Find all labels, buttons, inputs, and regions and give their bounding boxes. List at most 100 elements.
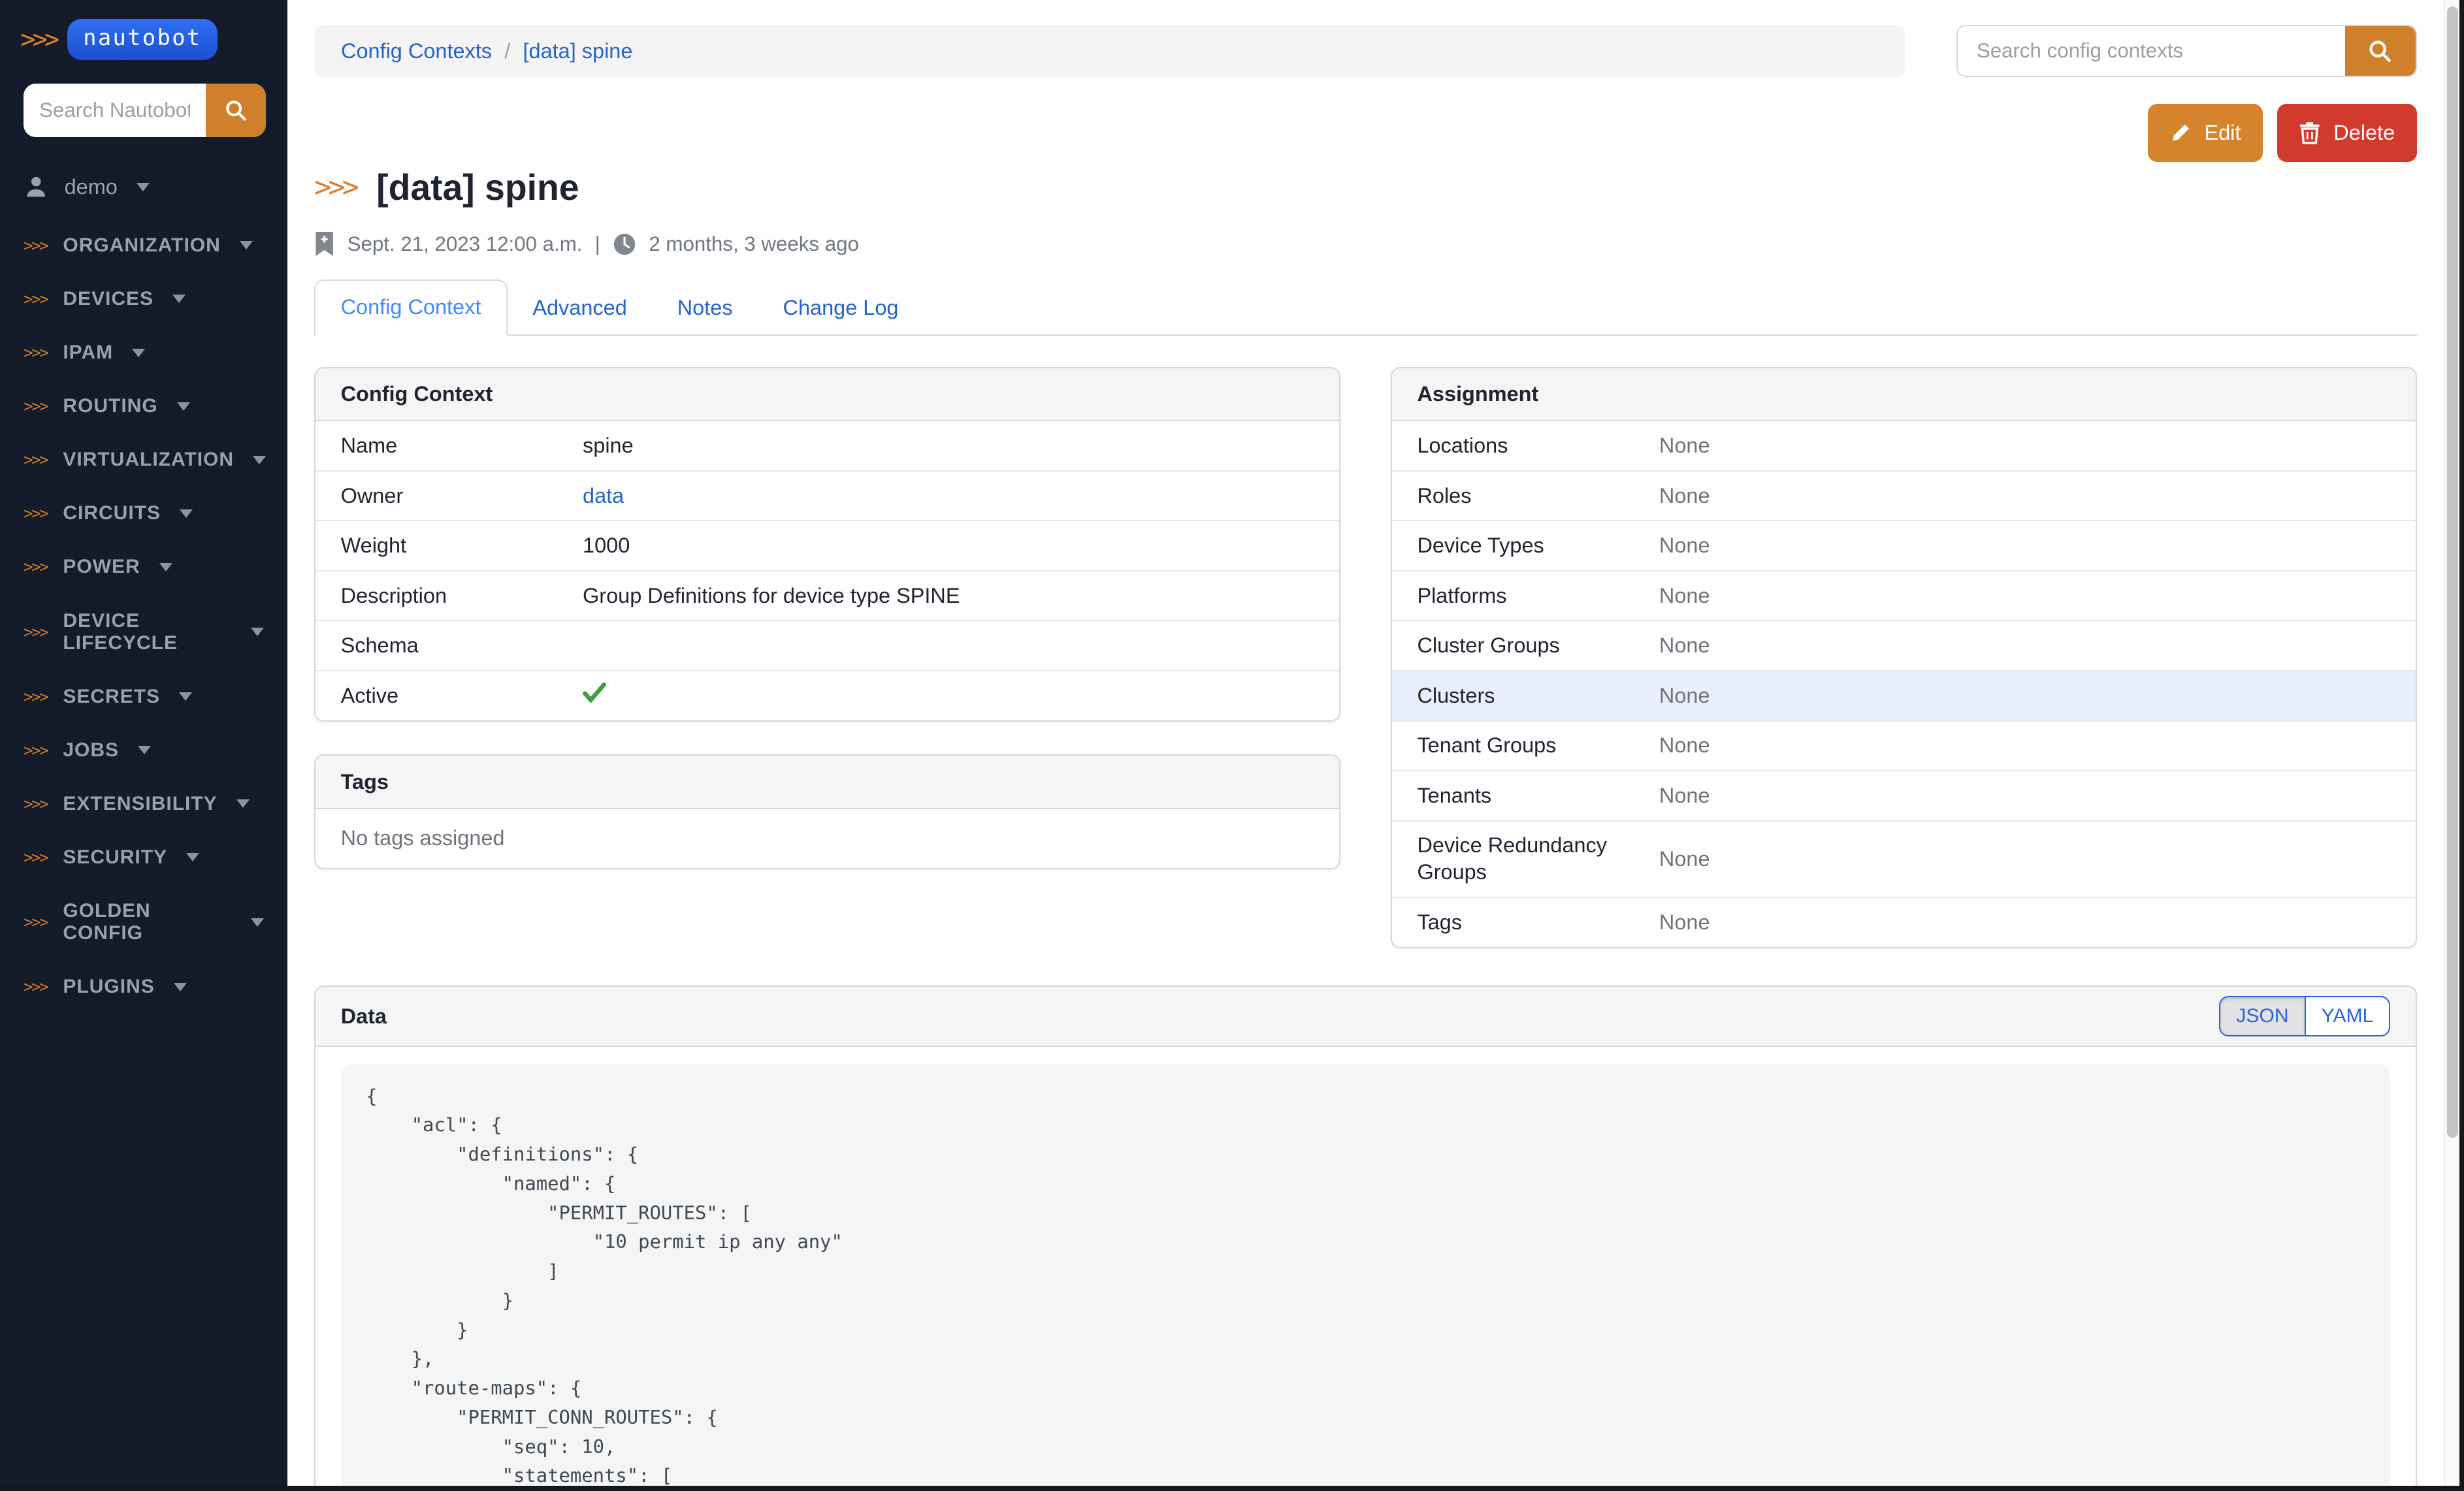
breadcrumb-config-contexts[interactable]: Config Contexts [341,39,492,63]
table-row-tenants: Tenants None [1392,771,2416,822]
main-content: Config Contexts / [data] spine Edit [287,0,2464,1491]
sidebar-item-label: SECURITY [63,846,167,869]
sidebar-item-label: IPAM [63,342,113,364]
logo-chevrons-icon: >>> [20,25,56,54]
delete-button[interactable]: Delete [2277,104,2417,162]
sidebar-item-label: DEVICE LIFECYCLE [63,610,232,654]
row-value: None [1659,432,1710,459]
table-row-schema: Schema [316,621,1339,671]
chevrons-icon: >>> [24,741,47,760]
tab-advanced[interactable]: Advanced [508,282,652,334]
chevrons-icon: >>> [24,688,47,706]
tags-panel: Tags No tags assigned [314,754,1340,869]
row-label: Tenants [1417,782,1659,809]
table-row-device-redundancy-groups: Device Redundancy Groups None [1392,822,2416,898]
row-value: data [583,483,624,509]
chevrons-icon: >>> [24,848,47,867]
row-label: Schema [341,632,583,659]
sidebar-search-input[interactable] [24,84,206,137]
row-value: None [1659,483,1710,509]
sidebar-item-label: EXTENSIBILITY [63,793,217,815]
row-value: None [1659,632,1710,659]
nautobot-config-context-page: >>> nautobot demo >>>ORGANIZATION >>>DEV… [0,0,2464,1491]
sidebar-item-secrets[interactable]: >>> SECRETS [0,670,287,724]
chevrons-icon: >>> [24,397,47,415]
config-data-json: { "acl": { "definitions": { "named": { "… [341,1064,2391,1491]
table-row-tags: Tags None [1392,898,2416,947]
delete-button-label: Delete [2333,121,2395,145]
check-icon [583,682,606,703]
sidebar-item-organization[interactable]: >>>ORGANIZATION [0,219,287,272]
row-label: Name [341,432,583,459]
sidebar-item-virtualization[interactable]: >>>VIRTUALIZATION [0,433,287,487]
sidebar-search-button[interactable] [206,84,265,137]
nautobot-logo[interactable]: >>> nautobot [20,19,268,60]
table-row-owner: Owner data [316,472,1339,522]
sidebar-item-label: SECRETS [63,686,160,708]
table-row-cluster-groups: Cluster Groups None [1392,621,2416,671]
scrollbar-thumb[interactable] [2447,7,2458,1138]
sidebar-item-security[interactable]: >>> SECURITY [0,831,287,884]
row-value: None [1659,583,1710,609]
user-icon [24,174,48,199]
json-toggle-button[interactable]: JSON [2219,996,2304,1036]
tab-change-log[interactable]: Change Log [758,282,924,334]
sidebar-item-plugins[interactable]: >>>PLUGINS [0,960,287,1014]
config-context-search-button[interactable] [2345,26,2416,75]
created-date: Sept. 21, 2023 12:00 a.m. [348,232,583,256]
data-format-toggle: JSON YAML [2219,996,2390,1036]
sidebar-item-extensibility[interactable]: >>>EXTENSIBILITY [0,777,287,831]
object-actions: Edit Delete [314,104,2417,162]
table-row-locations: Locations None [1392,421,2416,472]
row-label: Tags [1417,909,1659,936]
sidebar-item-golden-config[interactable]: >>>GOLDEN CONFIG [0,884,287,960]
chevron-down-icon [172,295,186,303]
yaml-toggle-button[interactable]: YAML [2305,996,2391,1036]
panel-title: Config Context [316,368,1339,421]
left-column: Config Context Name spine Owner data Wei… [314,367,1340,869]
search-icon [2367,39,2392,63]
edit-button[interactable]: Edit [2148,104,2263,162]
row-label: Tenant Groups [1417,732,1659,759]
sidebar-item-ipam[interactable]: >>>IPAM [0,326,287,379]
row-value: None [1659,532,1710,559]
row-value: None [1659,732,1710,759]
sidebar-item-circuits[interactable]: >>>CIRCUITS [0,487,287,540]
panel-title: Data [341,1004,387,1029]
user-menu[interactable]: demo [24,174,264,199]
breadcrumb: Config Contexts / [data] spine [314,25,1905,76]
row-label: Clusters [1417,682,1659,709]
chevron-down-icon [251,918,264,927]
screen-edge-right [2459,0,2464,1491]
vertical-scrollbar[interactable] [2444,0,2459,1491]
row-label: Description [341,583,583,609]
row-label: Locations [1417,432,1659,459]
sidebar-item-label: POWER [63,556,140,578]
sidebar-item-devices[interactable]: >>>DEVICES [0,272,287,326]
chevrons-icon: >>> [24,236,47,255]
breadcrumb-current[interactable]: [data] spine [523,39,633,63]
panel-columns: Config Context Name spine Owner data Wei… [314,367,2417,948]
sidebar-item-power[interactable]: >>> POWER [0,540,287,594]
chevron-down-icon [159,563,172,571]
config-context-search-input[interactable] [1958,26,2345,75]
chevrons-icon: >>> [24,558,47,576]
chevrons-icon: >>> [24,623,47,641]
tab-config-context[interactable]: Config Context [314,280,508,336]
chevrons-icon: >>> [24,913,47,931]
chevron-down-icon [240,241,253,249]
tab-bar: Config Context Advanced Notes Change Log [314,281,2417,336]
chevron-down-icon [253,456,266,464]
sidebar-item-routing[interactable]: >>>ROUTING [0,379,287,433]
tab-notes[interactable]: Notes [652,282,758,334]
object-meta: Sept. 21, 2023 12:00 a.m. | 2 months, 3 … [314,232,2417,257]
sidebar-item-device-lifecycle[interactable]: >>> DEVICE LIFECYCLE [0,594,287,669]
chevron-down-icon [177,402,190,411]
owner-link[interactable]: data [583,484,624,507]
row-label: Weight [341,532,583,559]
table-row-clusters: Clusters None [1392,671,2416,722]
pencil-icon [2170,121,2192,144]
bookmark-plus-icon [314,232,334,257]
chevron-down-icon [251,628,264,636]
sidebar-item-jobs[interactable]: >>>JOBS [0,724,287,777]
